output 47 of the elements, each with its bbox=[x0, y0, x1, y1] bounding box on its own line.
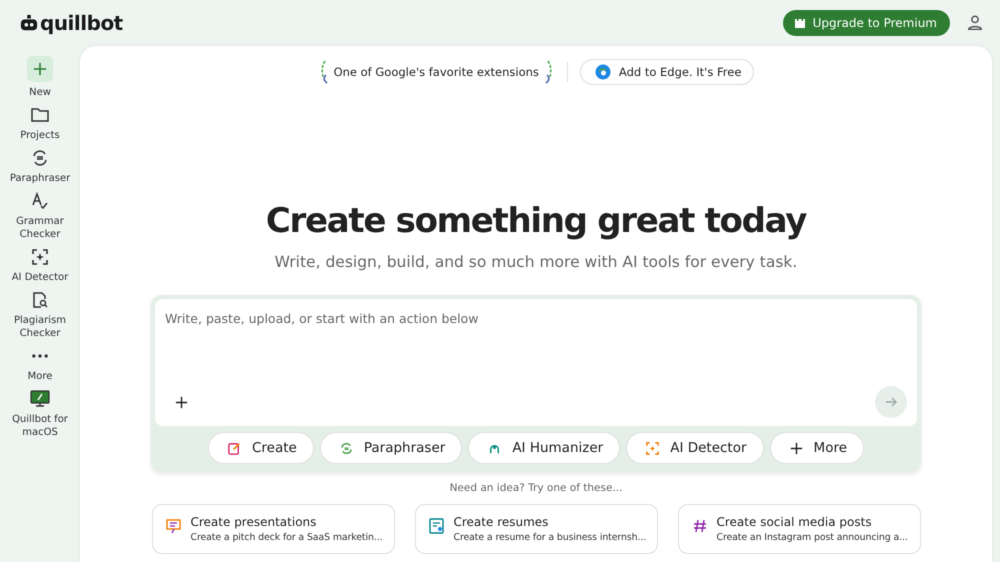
prompt-field[interactable]: Write, paste, upload, or start with an action below bbox=[155, 299, 917, 426]
plus-icon bbox=[27, 56, 53, 82]
suggestion-title: Create resumes bbox=[454, 515, 550, 529]
sidebar-item[interactable]: Paraphraser bbox=[1, 148, 79, 185]
sidebar-item[interactable]: AI Detector bbox=[1, 247, 79, 284]
action-chip[interactable]: Paraphraser bbox=[320, 432, 462, 464]
sidebar-item[interactable]: Quillbot for macOS bbox=[1, 389, 79, 439]
plus-icon bbox=[788, 440, 804, 456]
hero-subtitle: Write, design, build, and so much more with AI tools for every task. bbox=[274, 253, 798, 271]
upgrade-button[interactable]: Upgrade to Premium bbox=[782, 10, 950, 36]
browser-logo-icon bbox=[594, 64, 611, 80]
presentation-icon bbox=[164, 517, 182, 535]
suggestion-card[interactable]: Create resumes Create a resume for a business internsh... bbox=[414, 504, 658, 554]
logo-wordmark[interactable]: quillbot bbox=[40, 11, 123, 35]
add-icon[interactable] bbox=[175, 396, 188, 408]
user-icon[interactable] bbox=[966, 14, 984, 32]
action-chip[interactable]: AI Humanizer bbox=[468, 432, 620, 464]
edit-icon bbox=[226, 440, 242, 456]
sidebar-item[interactable]: More bbox=[1, 346, 79, 383]
monitor-icon bbox=[30, 389, 50, 409]
suggestion-description: Create an Instagram post announcing a... bbox=[716, 531, 908, 544]
suggestion-description: Create a resume for a business internsh... bbox=[454, 531, 646, 544]
action-chip[interactable]: Create bbox=[208, 432, 314, 464]
hero-title: Create something great today bbox=[266, 201, 806, 241]
robot-icon bbox=[20, 14, 38, 32]
sidebar-item[interactable]: Grammar Checker bbox=[1, 191, 79, 241]
sidebar-item[interactable]: Plagiarism Checker bbox=[1, 290, 79, 340]
sidebar-item[interactable]: Projects bbox=[1, 105, 79, 142]
suggestion-card[interactable]: Create social media posts Create an Instagram post announcing a... bbox=[678, 504, 920, 554]
award-text: One of Google's favorite extensions bbox=[334, 65, 539, 79]
suggestion-title: Create social media posts bbox=[716, 515, 873, 529]
sidebar-item[interactable]: New bbox=[1, 56, 79, 99]
scan-icon bbox=[645, 440, 660, 456]
cycle-icon bbox=[338, 440, 354, 456]
suggestion-description: Create a pitch deck for a SaaS marketin... bbox=[190, 531, 382, 544]
arrow-icon bbox=[884, 395, 898, 409]
castle-icon bbox=[794, 17, 806, 29]
suggestion-title: Create presentations bbox=[190, 515, 318, 529]
more-icon bbox=[32, 354, 48, 358]
action-chip[interactable]: AI Detector bbox=[626, 432, 764, 464]
suggestion-hint: Need an idea? Try one of these... bbox=[450, 482, 622, 494]
scan-icon bbox=[30, 247, 50, 267]
grammar-check-icon bbox=[30, 191, 50, 211]
suggestion-card[interactable]: Create presentations Create a pitch deck for a SaaS marketin... bbox=[152, 504, 394, 554]
resume-icon bbox=[428, 517, 446, 535]
action-chip[interactable]: More bbox=[770, 432, 864, 464]
add-extension-button[interactable]: Add to Edge. It's Free bbox=[580, 59, 754, 85]
